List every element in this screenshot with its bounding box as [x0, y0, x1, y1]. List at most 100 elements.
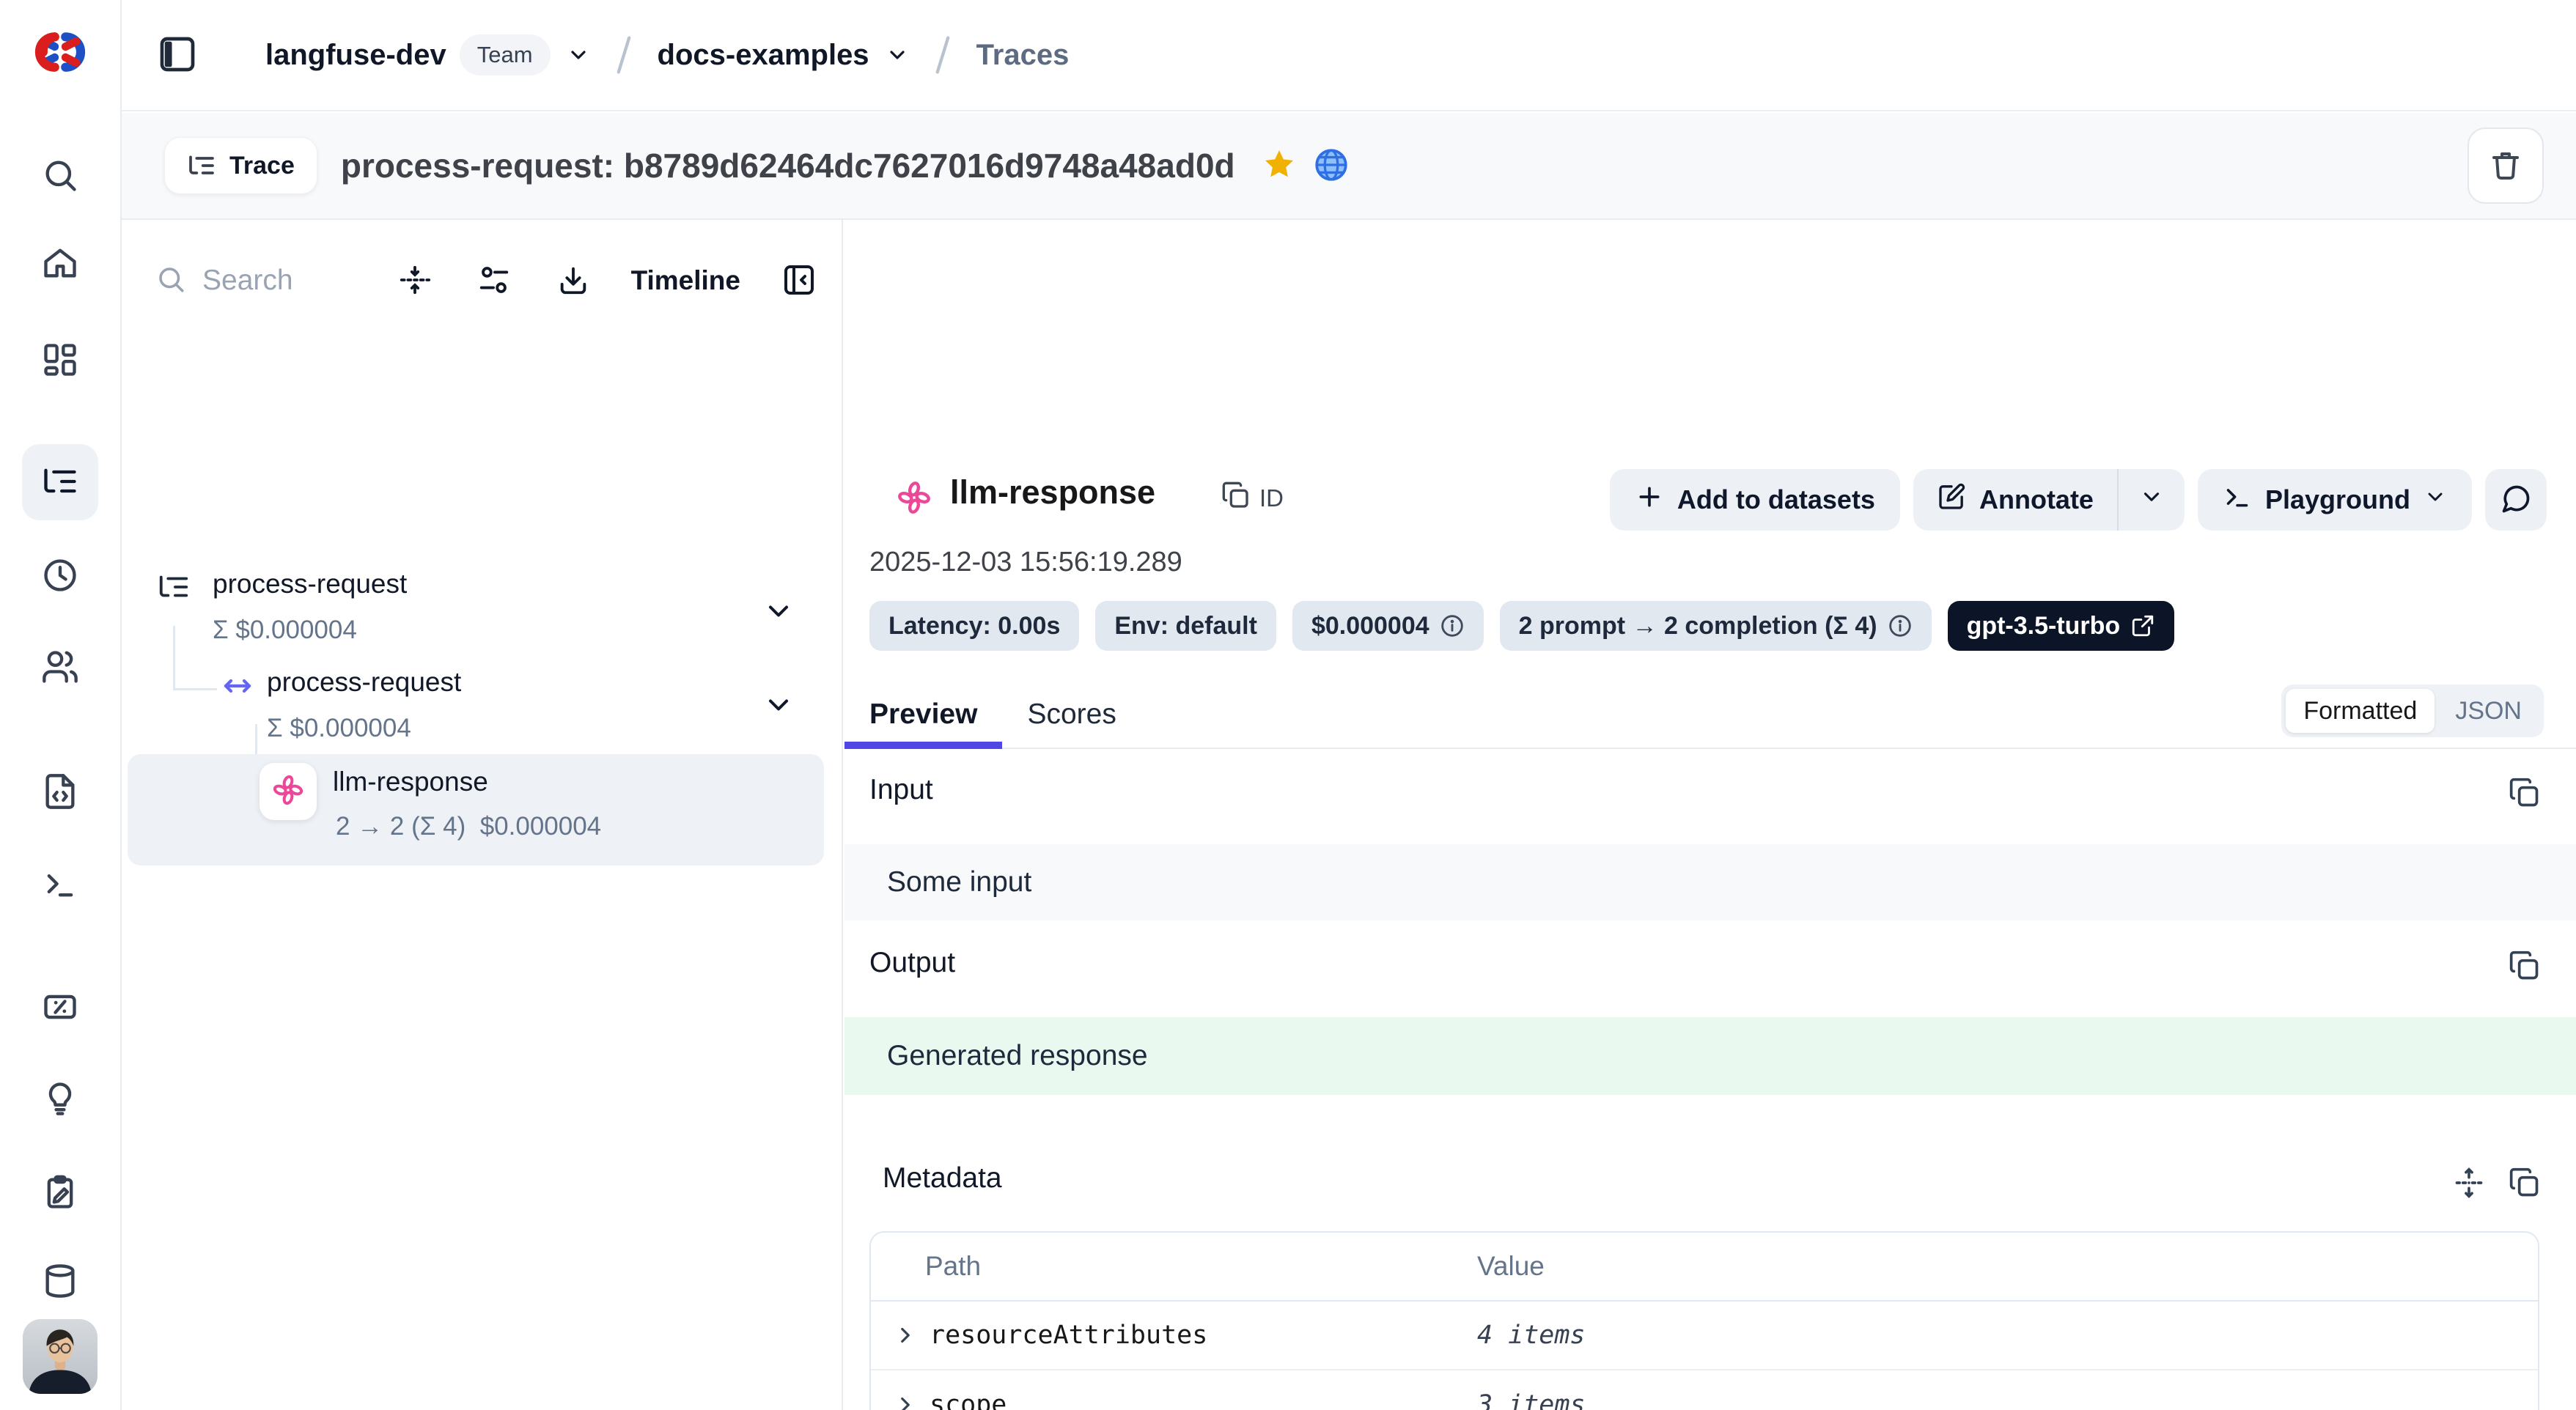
collapse-row-chevron[interactable]: [762, 595, 795, 630]
annotate-button[interactable]: Annotate: [1913, 469, 2117, 531]
format-json-button[interactable]: JSON: [2437, 689, 2539, 733]
sidebar-item-playground[interactable]: [22, 846, 98, 923]
collapse-row-chevron[interactable]: [762, 689, 795, 723]
observation-title: llm-response: [950, 473, 1155, 512]
sidebar-item-annotation[interactable]: [22, 1155, 98, 1231]
copy-input-button[interactable]: [2509, 777, 2541, 811]
trace-tree-panel: Timeline process-request Σ $0.000004 pro…: [123, 220, 843, 1410]
sidebar-rail: [0, 0, 122, 1410]
download-icon: [556, 263, 590, 299]
metadata-row[interactable]: scope 3 items: [871, 1370, 2538, 1410]
copy-icon: [2509, 950, 2541, 984]
metadata-table-header: Path Value: [871, 1233, 2538, 1302]
user-avatar[interactable]: [23, 1319, 97, 1394]
bookmark-star-button[interactable]: [1262, 147, 1297, 185]
sidebar-item-search[interactable]: [22, 138, 98, 214]
sidebar-item-evaluation[interactable]: [22, 970, 98, 1046]
database-icon: [41, 1262, 79, 1302]
sidebar-item-dashboards[interactable]: [22, 322, 98, 399]
tree-toolbar: Timeline: [155, 249, 817, 312]
home-icon: [41, 244, 79, 284]
info-icon: [1440, 613, 1465, 638]
chevron-down-icon: [567, 43, 590, 67]
search-icon: [155, 264, 186, 298]
tree-row-cost: Σ $0.000004: [267, 714, 411, 743]
cost-badge[interactable]: $0.000004: [1292, 601, 1484, 651]
copy-output-button[interactable]: [2509, 950, 2541, 984]
collapse-all-button[interactable]: [398, 263, 432, 299]
sidebar-item-home[interactable]: [22, 226, 98, 302]
tree-search-input[interactable]: [202, 265, 364, 297]
trace-title: process-request: b8789d62464dc7627016d97…: [341, 146, 1235, 185]
globe-icon: [1313, 147, 1350, 185]
copy-id-button[interactable]: ID: [1221, 481, 1284, 516]
download-button[interactable]: [556, 263, 590, 299]
format-toggle: Formatted JSON: [2281, 684, 2544, 737]
panel-left-icon: [157, 34, 198, 77]
fold-vertical-icon: [398, 263, 432, 299]
copy-icon: [2509, 1167, 2541, 1201]
sidebar-item-users[interactable]: [22, 630, 98, 706]
metadata-value: 3 items: [1477, 1390, 1586, 1410]
sidebar-item-datasets[interactable]: [22, 1244, 98, 1320]
span-arrows-icon: [220, 668, 255, 704]
expand-metadata-button[interactable]: [2453, 1167, 2485, 1201]
observation-panel: llm-response ID Add to datasets Annotate: [844, 220, 2576, 1410]
copy-metadata-button[interactable]: [2509, 1167, 2541, 1201]
sidebar-item-llm-as-a-judge[interactable]: [22, 1061, 98, 1137]
metadata-key: resourceAttributes: [930, 1321, 1207, 1350]
list-tree-icon: [187, 151, 216, 180]
breadcrumb-org[interactable]: langfuse-dev Team: [265, 34, 590, 75]
metadata-row[interactable]: resourceAttributes 4 items: [871, 1302, 2538, 1370]
collapse-panel-button[interactable]: [781, 262, 817, 300]
timeline-toggle-button[interactable]: Timeline: [631, 265, 740, 296]
tree-connector: [173, 626, 175, 690]
sidebar-item-prompts[interactable]: [22, 754, 98, 830]
chevron-down-icon: [762, 689, 795, 723]
public-share-button[interactable]: [1313, 147, 1350, 185]
tab-scores[interactable]: Scores: [1002, 682, 1141, 748]
sidebar-item-tracing[interactable]: [22, 444, 98, 520]
sidebar-toggle-button[interactable]: [157, 34, 198, 77]
playground-button[interactable]: Playground: [2198, 469, 2472, 531]
token-usage-badge[interactable]: 2 prompt → 2 completion (Σ 4): [1500, 601, 1932, 651]
breadcrumb-project[interactable]: docs-examples: [658, 39, 909, 72]
terminal-icon: [41, 865, 79, 905]
generation-flower-icon: [271, 773, 305, 811]
chevron-down-icon: [2424, 484, 2447, 515]
tree-row-title[interactable]: process-request: [213, 569, 407, 599]
chevron-right-icon[interactable]: [893, 1392, 918, 1410]
tracing-tree-icon: [41, 462, 79, 503]
annotate-menu-chevron[interactable]: [2119, 469, 2185, 531]
output-section-label: Output: [869, 947, 955, 979]
trash-icon: [2488, 147, 2523, 185]
org-plan-badge: Team: [460, 34, 551, 75]
tree-row-title[interactable]: llm-response: [333, 767, 488, 797]
comments-button[interactable]: [2485, 469, 2547, 531]
delete-trace-button[interactable]: [2468, 128, 2544, 204]
add-to-datasets-button[interactable]: Add to datasets: [1610, 469, 1900, 531]
lightbulb-icon: [41, 1079, 79, 1120]
input-section-label: Input: [869, 774, 933, 806]
chevron-down-icon: [886, 43, 909, 67]
trace-header-bar: Trace process-request: b8789d62464dc7627…: [122, 113, 2576, 220]
sidebar-item-sessions[interactable]: [22, 538, 98, 614]
model-badge[interactable]: gpt-3.5-turbo: [1948, 601, 2175, 651]
info-icon: [1888, 613, 1913, 638]
tree-row-usage: 2 → 2 (Σ 4) $0.000004: [336, 812, 601, 841]
trace-tree: process-request Σ $0.000004 process-requ…: [123, 337, 842, 1410]
breadcrumb-separator: [611, 34, 637, 76]
chevron-right-icon[interactable]: [893, 1323, 918, 1348]
format-formatted-button[interactable]: Formatted: [2286, 689, 2435, 733]
column-header-value: Value: [1477, 1251, 1545, 1281]
breadcrumb-separator: [930, 34, 956, 76]
comment-bubble-icon: [2500, 483, 2532, 517]
tree-settings-button[interactable]: [477, 263, 511, 299]
tab-preview[interactable]: Preview: [844, 682, 1002, 748]
breadcrumb-traces-link[interactable]: Traces: [976, 39, 1070, 72]
unfold-vertical-icon: [2453, 1167, 2485, 1201]
latency-badge: Latency: 0.00s: [869, 601, 1079, 651]
tree-row-title[interactable]: process-request: [267, 667, 461, 698]
search-icon: [41, 156, 79, 196]
observation-actions: Add to datasets Annotate Playground: [1610, 469, 2547, 531]
